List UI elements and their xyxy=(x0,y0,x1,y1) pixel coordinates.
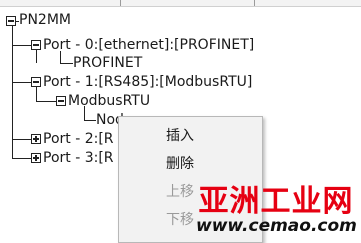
tree-connector xyxy=(16,21,19,22)
tree-connector xyxy=(60,63,73,64)
context-menu: 插入 删除 上移 下移 xyxy=(118,116,263,243)
tree-connector xyxy=(12,158,31,159)
expand-icon[interactable] xyxy=(31,134,41,144)
collapse-icon[interactable] xyxy=(31,77,41,87)
tree-node-modbusrtu[interactable]: ModbusRTU xyxy=(68,91,150,111)
tree-connector xyxy=(12,45,31,46)
tree-connector xyxy=(12,82,31,83)
menu-item-delete[interactable]: 删除 xyxy=(119,152,262,176)
tree-connector xyxy=(36,101,56,102)
expand-icon[interactable] xyxy=(31,153,41,163)
tree-node-port-2[interactable]: Port - 2:[R xyxy=(43,129,114,149)
tree-node-label: Port - 0:[ethernet]:[PROFINET] xyxy=(43,37,255,53)
collapse-icon[interactable] xyxy=(31,40,41,50)
tree-node-label: ModbusRTU xyxy=(68,93,151,109)
tree-node-port-1[interactable]: Port - 1:[RS485]:[ModbusRTU] xyxy=(43,72,252,92)
tree-node-profinet[interactable]: PROFINET xyxy=(73,53,142,73)
menu-item-move-up: 上移 xyxy=(166,184,194,200)
tree-view-window: PN2MM Port - 0:[ethernet]:[PROFINET] PRO… xyxy=(0,0,361,243)
tree-node-label: PROFINET xyxy=(73,55,143,71)
menu-item-insert[interactable]: 插入 xyxy=(119,124,262,148)
tree-node-label: Port - 3:[R xyxy=(43,150,114,166)
tree-node-port-0[interactable]: Port - 0:[ethernet]:[PROFINET] xyxy=(43,35,254,55)
tree-node-root[interactable]: PN2MM xyxy=(19,10,71,30)
tree-connector xyxy=(36,49,37,63)
tree-connector xyxy=(36,86,37,101)
tree-node-label: PN2MM xyxy=(19,12,71,28)
tree-connector xyxy=(12,139,31,140)
tree-connector xyxy=(84,120,96,121)
collapse-icon[interactable] xyxy=(56,96,66,106)
tree-node-port-3[interactable]: Port - 3:[R xyxy=(43,148,114,168)
collapse-icon[interactable] xyxy=(6,16,16,26)
tree-node-label: Port - 2:[R xyxy=(43,131,114,147)
tree-node-label: Port - 1:[RS485]:[ModbusRTU] xyxy=(43,74,253,90)
menu-item-move-down: 下移 xyxy=(166,212,194,228)
